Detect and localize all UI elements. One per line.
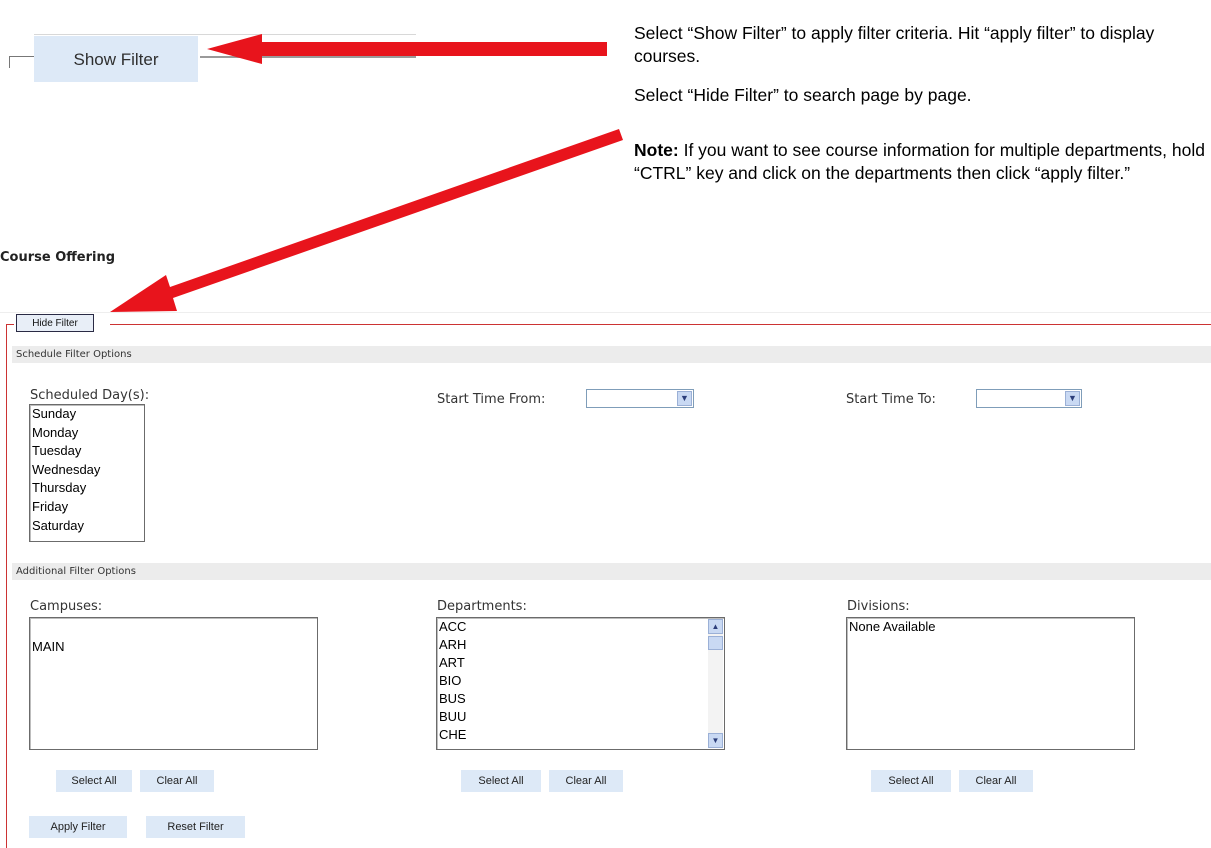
department-option[interactable]: BIO — [437, 672, 724, 690]
hide-filter-button[interactable]: Hide Filter — [16, 314, 94, 332]
page-title: Course Offering — [0, 250, 116, 265]
campuses-listbox[interactable]: MAIN — [29, 617, 318, 750]
scroll-down-icon[interactable]: ▼ — [708, 733, 723, 748]
scheduled-days-label: Scheduled Day(s): — [30, 388, 150, 403]
divider — [9, 56, 35, 57]
departments-listbox[interactable]: ACC ARH ART BIO BUS BUU CHE ▲ ▼ — [436, 617, 725, 750]
instruction-hide-filter: Select “Hide Filter” to search page by p… — [634, 85, 972, 105]
campuses-clear-all-button[interactable]: Clear All — [140, 770, 214, 792]
campuses-label: Campuses: — [30, 599, 103, 614]
divisions-listbox[interactable]: None Available — [846, 617, 1135, 750]
instruction-note: Note: If you want to see course informat… — [634, 139, 1211, 185]
campuses-select-all-button[interactable]: Select All — [56, 770, 132, 792]
campus-option[interactable]: MAIN — [30, 638, 317, 656]
day-option[interactable]: Tuesday — [30, 442, 144, 461]
note-label: Note: — [634, 140, 679, 160]
department-option[interactable]: ACC — [437, 618, 724, 636]
panel-border-left — [6, 324, 7, 848]
start-time-to-select[interactable]: ▼ — [976, 389, 1082, 408]
note-text: If you want to see course information fo… — [634, 140, 1205, 183]
schedule-filter-section-header: Schedule Filter Options — [12, 346, 1211, 363]
apply-filter-button[interactable]: Apply Filter — [29, 816, 127, 838]
divisions-select-all-button[interactable]: Select All — [871, 770, 951, 792]
day-option[interactable]: Wednesday — [30, 461, 144, 480]
department-option[interactable]: BUS — [437, 690, 724, 708]
panel-border-stub — [6, 324, 14, 325]
departments-select-all-button[interactable]: Select All — [461, 770, 541, 792]
departments-label: Departments: — [437, 599, 527, 614]
day-option[interactable]: Thursday — [30, 479, 144, 498]
chevron-down-icon[interactable]: ▼ — [677, 391, 692, 406]
chevron-down-icon[interactable]: ▼ — [1065, 391, 1080, 406]
day-option[interactable]: Friday — [30, 498, 144, 517]
scheduled-days-listbox[interactable]: Sunday Monday Tuesday Wednesday Thursday… — [29, 404, 145, 542]
divisions-clear-all-button[interactable]: Clear All — [959, 770, 1033, 792]
start-time-from-select[interactable]: ▼ — [586, 389, 694, 408]
department-option[interactable]: BUU — [437, 708, 724, 726]
departments-scrollbar[interactable]: ▲ ▼ — [708, 619, 723, 748]
departments-clear-all-button[interactable]: Clear All — [549, 770, 623, 792]
day-option[interactable]: Saturday — [30, 517, 144, 536]
scroll-up-icon[interactable]: ▲ — [708, 619, 723, 634]
divider — [0, 312, 1211, 313]
department-option[interactable]: ART — [437, 654, 724, 672]
department-option[interactable]: CHE — [437, 726, 724, 744]
show-filter-button[interactable]: Show Filter — [34, 36, 198, 82]
divider — [200, 56, 416, 58]
additional-filter-section-header: Additional Filter Options — [12, 563, 1211, 580]
divider — [34, 34, 416, 35]
start-time-from-label: Start Time From: — [437, 392, 546, 407]
divisions-label: Divisions: — [847, 599, 910, 614]
start-time-to-label: Start Time To: — [846, 392, 936, 407]
show-filter-example: Show Filter — [0, 0, 416, 100]
department-option[interactable]: ARH — [437, 636, 724, 654]
division-option[interactable]: None Available — [847, 618, 1134, 636]
day-option[interactable]: Sunday — [30, 405, 144, 424]
scroll-thumb[interactable] — [708, 636, 723, 650]
red-arrow-icon — [110, 129, 623, 312]
day-option[interactable]: Monday — [30, 424, 144, 443]
reset-filter-button[interactable]: Reset Filter — [146, 816, 245, 838]
divider — [9, 56, 10, 68]
panel-border-top — [110, 324, 1211, 325]
instruction-show-filter: Select “Show Filter” to apply filter cri… — [634, 23, 1155, 66]
